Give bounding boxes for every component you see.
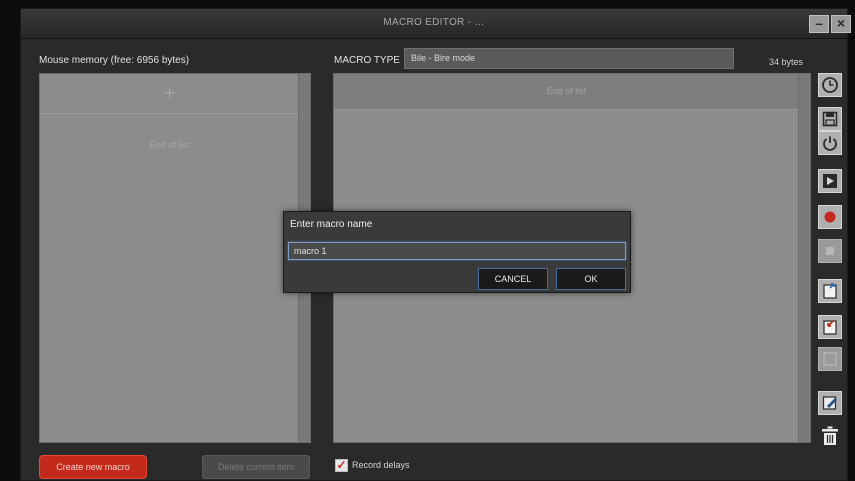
macro-type-label: MACRO TYPE (334, 55, 400, 66)
import-icon (823, 320, 837, 335)
minimize-button[interactable]: – (809, 15, 829, 33)
play-macro-button[interactable] (818, 169, 842, 193)
macro-editor-window: MACRO EDITOR - … – × Mouse memory (free:… (20, 8, 851, 481)
macro-name-input[interactable] (288, 242, 626, 260)
edit-icon (822, 396, 837, 410)
record-delays-checkbox[interactable]: ✓ (335, 459, 348, 472)
power-button[interactable] (818, 131, 842, 155)
record-delays-label: Record delays (352, 460, 410, 470)
delete-current-item-button[interactable]: Delete current item (202, 455, 310, 479)
macro-steps-end-row[interactable]: End of list (334, 74, 799, 110)
close-button[interactable]: × (831, 15, 851, 33)
ok-button[interactable]: OK (556, 268, 626, 290)
edit-macro-button[interactable] (818, 391, 842, 415)
insert-delay-button[interactable] (818, 73, 842, 97)
enter-macro-name-dialog: Enter macro name CANCEL OK (283, 211, 631, 293)
title-bar: MACRO EDITOR - … – × (21, 9, 851, 39)
export-macro-button[interactable] (818, 279, 842, 303)
trash-icon (822, 426, 838, 445)
save-icon (822, 111, 838, 127)
power-icon (823, 136, 837, 151)
add-macro-row[interactable]: + (40, 74, 299, 114)
delete-macro-icon-button[interactable] (818, 423, 842, 447)
dialog-title: Enter macro name (290, 219, 373, 230)
stop-button[interactable] (818, 239, 842, 263)
play-icon (823, 174, 837, 188)
mouse-memory-label: Mouse memory (free: 6956 bytes) (39, 55, 190, 66)
create-new-macro-button[interactable]: Create new macro (39, 455, 147, 479)
macro-steps-scrollbar[interactable] (798, 74, 810, 442)
macro-toolbar (817, 73, 843, 453)
blank-icon (823, 352, 837, 366)
macro-list-panel: + End of list (39, 73, 311, 443)
macro-size-label: 34 bytes (769, 57, 804, 67)
window-title: MACRO EDITOR - … (383, 17, 485, 28)
macro-type-select[interactable]: Bile - Bire mode (404, 48, 734, 69)
record-icon (824, 211, 836, 223)
macro-list-end-label: End of list (149, 140, 190, 150)
cancel-button[interactable]: CANCEL (478, 268, 548, 290)
export-icon (823, 283, 837, 299)
record-button[interactable] (818, 205, 842, 229)
save-macro-button[interactable] (818, 107, 842, 131)
import-macro-button[interactable] (818, 315, 842, 339)
blank-tool-button[interactable] (818, 347, 842, 371)
stop-icon (826, 247, 834, 255)
clock-icon (822, 77, 838, 93)
